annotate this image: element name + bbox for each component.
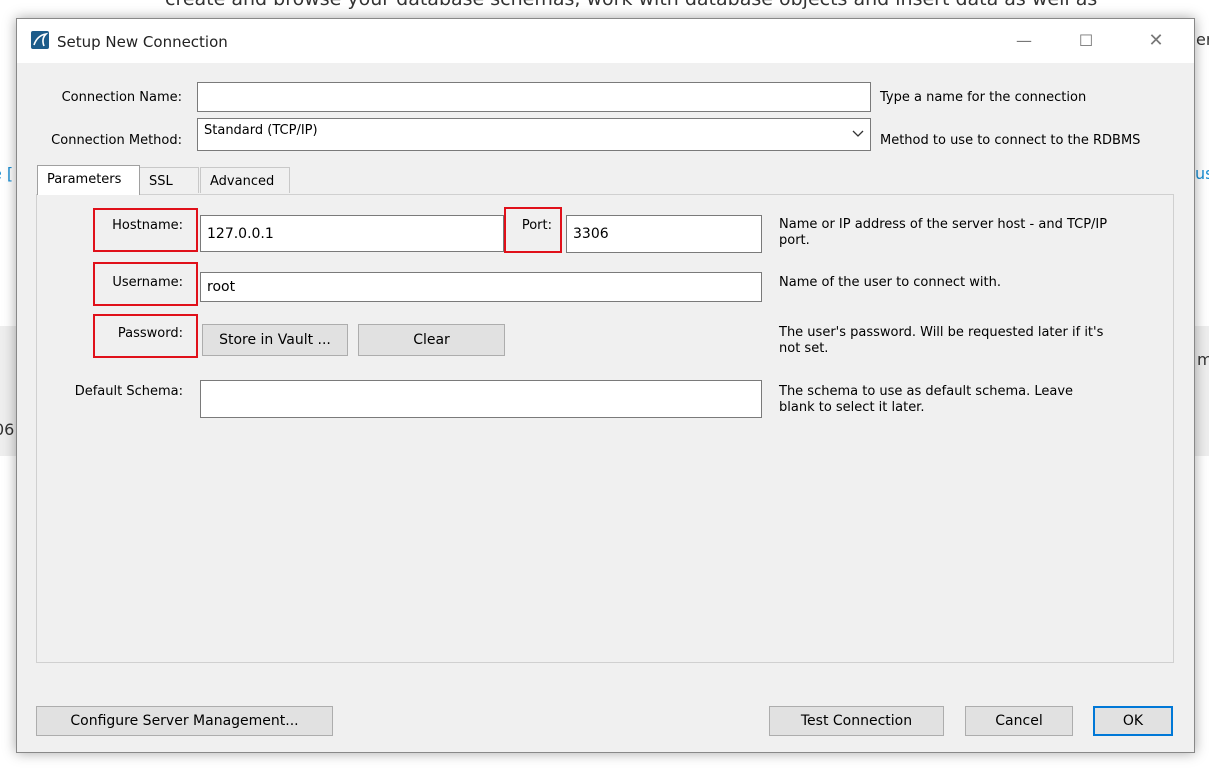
connection-method-label: Connection Method:	[51, 133, 182, 148]
connection-method-hint: Method to use to connect to the RDBMS	[880, 133, 1141, 148]
configure-server-management-button[interactable]: Configure Server Management...	[36, 706, 333, 736]
ok-button[interactable]: OK	[1093, 706, 1173, 736]
default-schema-hint: The schema to use as default schema. Lea…	[779, 384, 1074, 415]
maximize-button[interactable]: ☐	[1063, 25, 1109, 55]
connection-name-hint: Type a name for the connection	[880, 90, 1087, 105]
port-label: Port:	[521, 218, 552, 233]
setup-connection-dialog: Setup New Connection — ☐ ✕ Connection Na…	[16, 18, 1195, 753]
background-link-fragment: us	[1195, 164, 1209, 183]
username-hint: Name of the user to connect with.	[779, 275, 1001, 290]
tab-ssl[interactable]: SSL	[139, 167, 199, 193]
tab-advanced[interactable]: Advanced	[200, 167, 290, 193]
minimize-button[interactable]: —	[1001, 25, 1047, 55]
port-input[interactable]: 3306	[566, 215, 762, 253]
background-link-fragment: e [	[0, 164, 14, 183]
background-header-text: create and browse your database schemas,…	[165, 0, 1097, 10]
username-input[interactable]: root	[200, 272, 762, 302]
connection-method-value: Standard (TCP/IP)	[204, 123, 318, 138]
cancel-button[interactable]: Cancel	[965, 706, 1073, 736]
parameters-panel: Hostname: 127.0.0.1 Port: 3306 Name or I…	[36, 194, 1174, 663]
host-hint: Name or IP address of the server host - …	[779, 217, 1108, 248]
default-schema-label: Default Schema:	[74, 384, 183, 399]
username-label: Username:	[112, 275, 183, 290]
connection-method-select[interactable]: Standard (TCP/IP)	[197, 118, 871, 151]
tab-parameters[interactable]: Parameters	[37, 165, 140, 195]
hostname-input[interactable]: 127.0.0.1	[200, 215, 504, 252]
chevron-down-icon	[852, 127, 864, 141]
title-bar[interactable]: Setup New Connection — ☐ ✕	[17, 19, 1194, 63]
background-fragment: m	[1197, 350, 1209, 369]
hostname-label: Hostname:	[112, 218, 183, 233]
background-fragment: er	[1196, 30, 1209, 49]
test-connection-button[interactable]: Test Connection	[769, 706, 944, 736]
dialog-title: Setup New Connection	[57, 33, 228, 51]
background-fragment: 06	[0, 420, 15, 439]
password-hint: The user's password. Will be requested l…	[779, 325, 1104, 356]
clear-password-button[interactable]: Clear	[358, 324, 505, 356]
password-label: Password:	[117, 326, 183, 341]
mysql-workbench-icon	[31, 31, 49, 49]
store-in-vault-button[interactable]: Store in Vault ...	[202, 324, 348, 356]
connection-name-input[interactable]	[197, 82, 871, 112]
close-button[interactable]: ✕	[1133, 25, 1179, 55]
default-schema-input[interactable]	[200, 380, 762, 418]
connection-name-label: Connection Name:	[61, 90, 182, 105]
